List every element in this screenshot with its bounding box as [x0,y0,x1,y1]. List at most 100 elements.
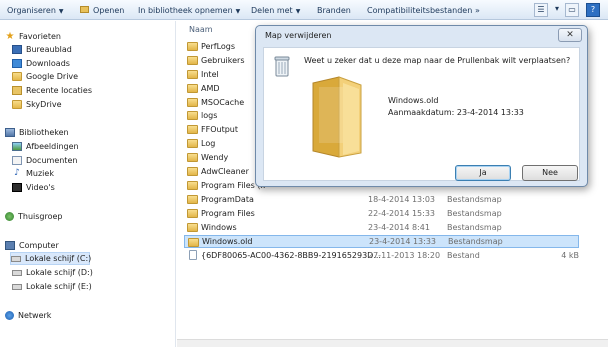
file-name: Gebruikers [201,56,245,65]
close-button[interactable]: ✕ [558,28,582,42]
drive-icon [12,269,22,276]
nav-pictures[interactable]: Afbeeldingen [12,140,79,153]
table-row[interactable]: ProgramData 18-4-2014 13:03 Bestandsmap [184,193,579,206]
file-size: 4 kB [561,251,579,260]
star-icon: ★ [5,31,15,42]
folder-icon [187,125,198,134]
folder-icon [187,167,198,176]
folder-icon [187,209,198,218]
item-name: Windows.old [388,96,439,105]
nav-drive-c[interactable]: Lokale schijf (C:) [10,252,91,265]
library-icon [5,128,15,137]
file-name: ProgramData [201,195,254,204]
file-date: 27-11-2013 18:20 [368,251,441,260]
include-in-library-menu[interactable]: In bibliotheek opnemen ▼ [138,4,240,17]
nav-recent[interactable]: Recente locaties [12,84,92,97]
file-type: Bestandsmap [447,209,502,218]
desktop-icon [12,45,22,54]
table-row[interactable]: Program Files 22-4-2014 15:33 Bestandsmap [184,207,579,220]
nav-downloads[interactable]: Downloads [12,57,70,70]
folder-icon [187,181,198,190]
dialog-title: Map verwijderen [265,31,332,40]
folder-icon [187,153,198,162]
file-date: 23-4-2014 8:41 [368,223,430,232]
file-name: {6DF80065-AC00-4362-8BB9-219165293D... [201,251,381,260]
file-name: FFOutput [201,125,238,134]
nav-music[interactable]: ♪ Muziek [12,167,54,180]
folder-icon [187,42,198,51]
file-name: logs [201,111,218,120]
computer-icon [5,241,15,250]
table-row[interactable]: Windows.old 23-4-2014 13:33 Bestandsmap [184,235,579,248]
music-icon: ♪ [14,168,20,178]
file-date: 18-4-2014 13:03 [368,195,435,204]
dialog-body: Weet u zeker dat u deze map naar de Prul… [263,47,580,181]
organize-menu[interactable]: Organiseren ▼ [7,4,64,17]
confirmation-question: Weet u zeker dat u deze map naar de Prul… [304,56,571,65]
file-name: AdwCleaner [201,167,249,176]
documents-icon [12,156,22,165]
file-name: PerfLogs [201,42,236,51]
nav-favorites[interactable]: ★ Favorieten [5,30,61,43]
nav-drive-d[interactable]: Lokale schijf (D:) [12,266,93,279]
folder-icon [187,84,198,93]
folder-icon [187,56,198,65]
file-name: Windows.old [202,237,253,246]
view-options-chevron-icon[interactable]: ▾ [550,3,564,17]
nav-network[interactable]: Netwerk [5,309,51,322]
homegroup-icon [5,212,14,221]
network-icon [5,311,14,320]
drive-icon [12,283,22,290]
more-button[interactable]: » [475,4,480,17]
nav-libraries[interactable]: Bibliotheken [5,126,69,139]
file-name: Program Files [201,209,255,218]
preview-pane-icon[interactable]: ▭ [565,3,579,17]
folder-icon [187,139,198,148]
video-icon [12,183,22,192]
recent-places-icon [12,86,22,95]
open-button[interactable]: Openen [80,4,124,17]
file-date: 23-4-2014 13:33 [369,237,436,246]
share-with-menu[interactable]: Delen met ▼ [251,4,300,17]
file-type: Bestandsmap [448,237,503,246]
file-name: Wendy [201,153,229,162]
folder-icon [80,6,89,13]
burn-button[interactable]: Branden [317,4,351,17]
folder-icon [187,98,198,107]
no-button[interactable]: Nee [522,165,578,181]
file-icon [189,250,197,260]
nav-skydrive[interactable]: SkyDrive [12,98,62,111]
nav-videos[interactable]: Video's [12,181,55,194]
folder-icon [188,238,199,247]
command-bar: Organiseren ▼ Openen In bibliotheek opnem… [0,0,608,20]
compatibility-files-button[interactable]: Compatibiliteitsbestanden [367,4,472,17]
nav-drive-e[interactable]: Lokale schijf (E:) [12,280,92,293]
table-row[interactable]: Windows 23-4-2014 8:41 Bestandsmap [184,221,579,234]
delete-folder-dialog: Map verwijderen ✕ Weet u zeker dat u dez… [255,25,588,187]
folder-icon [187,111,198,120]
file-name: Log [201,139,216,148]
folder-icon [12,100,22,109]
nav-computer[interactable]: Computer [5,239,59,252]
drive-icon [11,255,21,262]
downloads-icon [12,59,22,68]
nav-homegroup[interactable]: Thuisgroep [5,210,63,223]
navigation-pane: ★ Favorieten Bureaublad Downloads Google … [0,21,176,347]
folder-icon [187,195,198,204]
nav-google-drive[interactable]: Google Drive [12,70,78,83]
chevron-down-icon: ▼ [58,8,64,15]
file-name: MSOCache [201,98,245,107]
view-options-icon[interactable]: ☰ [534,3,548,17]
nav-desktop[interactable]: Bureaublad [12,43,72,56]
help-icon[interactable]: ? [586,3,600,17]
column-header-name[interactable]: Naam [189,25,213,34]
yes-button[interactable]: Ja [455,165,511,181]
file-type: Bestand [447,251,480,260]
nav-documents[interactable]: Documenten [12,154,77,167]
file-type: Bestandsmap [447,195,502,204]
folder-icon [12,72,22,81]
chevron-down-icon: ▼ [235,8,241,15]
table-row[interactable]: {6DF80065-AC00-4362-8BB9-219165293D... 27… [184,249,579,262]
horizontal-scrollbar[interactable] [177,339,608,347]
folder-icon [187,70,198,79]
